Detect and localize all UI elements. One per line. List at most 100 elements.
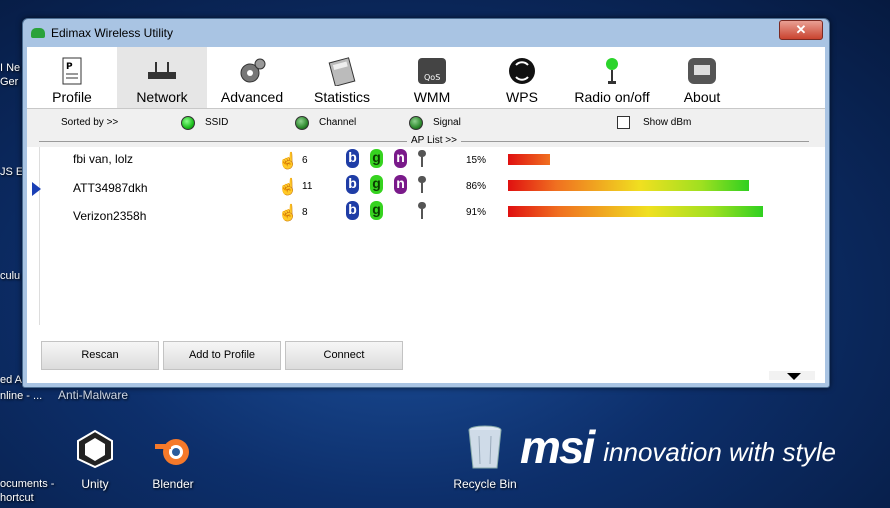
app-icon xyxy=(31,28,45,38)
desktop-label-anti-malware[interactable]: Anti-Malware xyxy=(58,388,128,402)
ap-signal-percent: 86% xyxy=(466,181,487,192)
ap-list: fbi van, lolz ☝ 6 b g n 15% ATT34987dkh … xyxy=(32,147,809,325)
calculator-icon xyxy=(328,57,356,86)
encryption-key-icon xyxy=(418,150,426,168)
signal-bar xyxy=(508,206,763,217)
encryption-key-icon xyxy=(418,176,426,194)
msi-logo: msi xyxy=(520,421,595,473)
tab-label-statistics: Statistics xyxy=(313,89,370,105)
signal-bar xyxy=(508,154,550,165)
ap-ssid: ATT34987dkh xyxy=(73,181,148,195)
sort-ssid-label: SSID xyxy=(205,117,229,128)
sort-bar: Sorted by >> SSID Channel Signal Show dB… xyxy=(27,109,825,135)
tab-network[interactable]: Network xyxy=(117,47,207,108)
rescan-button[interactable]: Rescan xyxy=(41,341,159,370)
tab-wmm[interactable]: QoS WMM xyxy=(387,47,477,108)
tab-label-radio: Radio on/off xyxy=(574,89,650,105)
tab-label-network: Network xyxy=(136,89,188,105)
title-bar[interactable]: Edimax Wireless Utility ✕ xyxy=(23,19,829,47)
mode-n-icon: n xyxy=(394,175,407,194)
tab-label-about: About xyxy=(683,89,721,105)
wps-icon xyxy=(509,58,535,84)
tab-about[interactable]: About xyxy=(657,47,747,108)
tab-label-advanced: Advanced xyxy=(220,89,284,105)
channel-hand-icon: ☝ xyxy=(278,153,298,170)
desktop-label-clipped-3: JS E xyxy=(0,166,24,178)
desktop-label-shortcut: hortcut xyxy=(0,492,34,504)
desktop-icon-recycle-bin[interactable]: Recycle Bin xyxy=(452,424,518,491)
ap-row-selected[interactable]: ATT34987dkh ☝ 11 b g n 86% xyxy=(32,175,809,201)
ap-ssid: Verizon2358h xyxy=(73,209,147,223)
mode-b-icon: b xyxy=(346,149,359,168)
profile-icon: P xyxy=(62,57,82,85)
ap-signal-percent: 91% xyxy=(466,207,487,218)
ap-row[interactable]: fbi van, lolz ☝ 6 b g n 15% xyxy=(40,149,809,175)
show-dbm-label: Show dBm xyxy=(643,117,692,128)
unity-icon xyxy=(77,429,113,469)
window-client: P Profile Network Advanced Statistics Qo… xyxy=(27,47,825,383)
msi-brand: msi innovation with style xyxy=(520,420,836,474)
gear-icon xyxy=(240,58,266,83)
sort-channel-label: Channel xyxy=(319,117,357,128)
desktop-left-icons: I Ne Ger JS E culu ed A nline - ... ocum… xyxy=(0,0,54,508)
mode-g-icon: g xyxy=(370,201,383,220)
tab-profile[interactable]: P Profile xyxy=(27,47,117,108)
toolbar: P Profile Network Advanced Statistics Qo… xyxy=(27,47,825,109)
router-icon xyxy=(148,62,176,79)
mode-b-icon: b xyxy=(346,175,359,194)
desktop-label-clipped-2: Ger xyxy=(0,76,19,88)
desktop-label-documents: ocuments - xyxy=(0,478,55,490)
unity-label: Unity xyxy=(81,477,109,491)
sorted-by-label: Sorted by >> xyxy=(61,117,119,128)
mode-b-icon: b xyxy=(346,201,359,220)
tab-label-wmm: WMM xyxy=(413,89,451,105)
svg-text:P: P xyxy=(66,62,73,72)
ap-list-title: AP List >> xyxy=(407,135,461,146)
add-to-profile-button[interactable]: Add to Profile xyxy=(163,341,281,370)
desktop-icon-blender[interactable]: Blender xyxy=(148,428,198,491)
show-dbm-checkbox[interactable] xyxy=(617,116,630,129)
desktop-label-clipped-4: culu xyxy=(0,270,21,282)
close-button[interactable]: ✕ xyxy=(779,20,823,40)
ap-list-header: AP List >> xyxy=(27,135,825,147)
window-title: Edimax Wireless Utility xyxy=(51,26,174,40)
edimax-window: Edimax Wireless Utility ✕ P Profile Netw… xyxy=(22,18,830,388)
channel-hand-icon: ☝ xyxy=(278,179,298,196)
desktop-label-online: nline - ... xyxy=(0,390,43,402)
blender-label: Blender xyxy=(152,477,194,491)
msi-tagline: innovation with style xyxy=(603,437,836,467)
ap-row[interactable]: Verizon2358h ☝ 8 b g 91% xyxy=(40,201,809,227)
sort-channel-radio[interactable] xyxy=(295,116,309,130)
tab-label-profile: Profile xyxy=(52,89,92,105)
signal-bar xyxy=(508,180,749,191)
mode-n-icon: n xyxy=(394,149,407,168)
mode-g-icon: g xyxy=(370,175,383,194)
anti-malware-label: Anti-Malware xyxy=(58,388,129,402)
sort-signal-radio[interactable] xyxy=(409,116,423,130)
ap-channel: 11 xyxy=(302,181,313,192)
ap-channel: 6 xyxy=(302,155,308,166)
radio-antenna-icon xyxy=(606,58,618,84)
scroll-down-button[interactable] xyxy=(769,371,815,380)
desktop-label-clipped-1: I Ne xyxy=(0,62,21,74)
tab-radio[interactable]: Radio on/off xyxy=(567,47,657,108)
encryption-key-icon xyxy=(418,202,426,220)
ap-ssid: fbi van, lolz xyxy=(73,152,134,166)
recycle-bin-icon xyxy=(468,425,502,469)
sort-ssid-radio[interactable] xyxy=(181,116,195,130)
ap-signal-percent: 15% xyxy=(466,155,487,166)
action-buttons: Rescan Add to Profile Connect xyxy=(41,341,403,370)
svg-text:QoS: QoS xyxy=(424,73,440,82)
tab-advanced[interactable]: Advanced xyxy=(207,47,297,108)
tab-label-wps: WPS xyxy=(506,89,538,105)
blender-icon xyxy=(155,439,189,465)
sort-signal-label: Signal xyxy=(433,117,461,128)
channel-hand-icon: ☝ xyxy=(278,205,298,222)
about-icon xyxy=(688,58,716,84)
desktop-icon-unity[interactable]: Unity xyxy=(70,428,120,491)
recycle-bin-label: Recycle Bin xyxy=(453,477,517,491)
tab-wps[interactable]: WPS xyxy=(477,47,567,108)
tab-statistics[interactable]: Statistics xyxy=(297,47,387,108)
connect-button[interactable]: Connect xyxy=(285,341,403,370)
selection-arrow-icon xyxy=(32,182,41,196)
